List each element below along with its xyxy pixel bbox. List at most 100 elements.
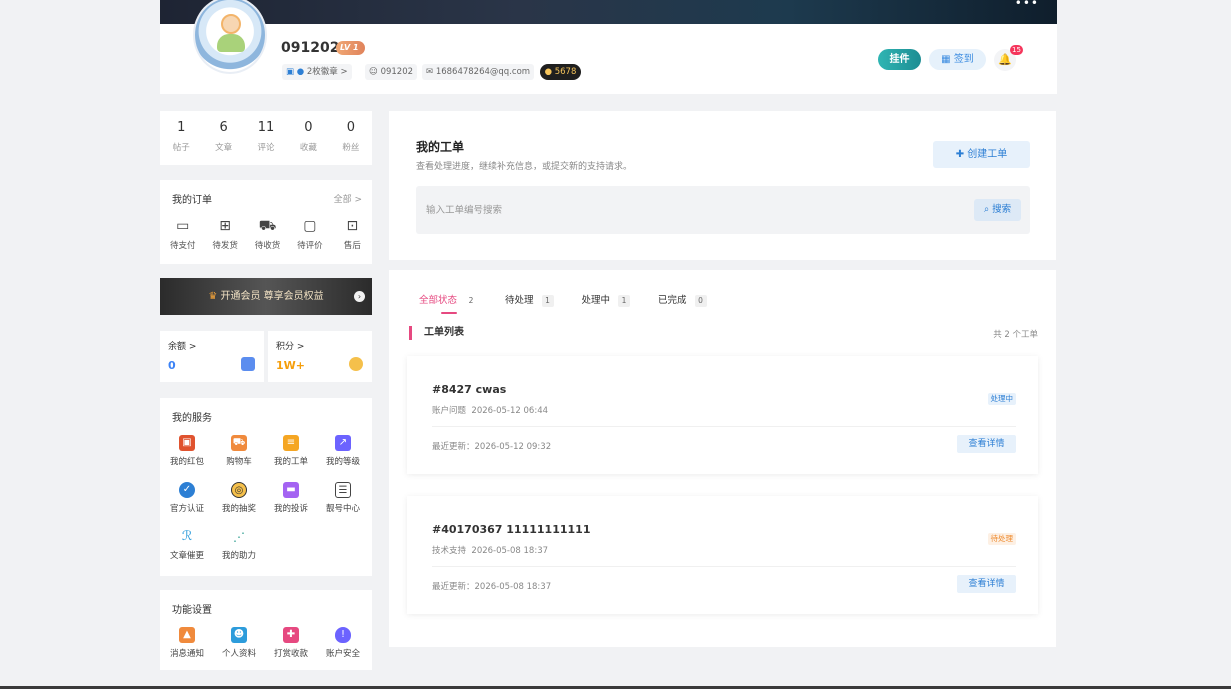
tab-count: 2 <box>468 296 474 305</box>
ticket-category: 技术支持 <box>432 546 467 556</box>
badges-link[interactable]: ▣ ● 2枚徽章 > <box>282 64 352 80</box>
tab-label: 待处理 <box>505 295 534 306</box>
balance-title: 余额 > <box>168 342 197 352</box>
stat-favorites[interactable]: 0 收藏 <box>287 111 329 165</box>
tab-pending[interactable]: 待处理 1 <box>505 292 554 316</box>
setting-profile[interactable]: ☻ 个人资料 <box>214 622 264 669</box>
vip-banner[interactable]: ♛ 开通会员 尊享会员权益 › <box>160 278 372 315</box>
profile-banner: ••• <box>160 0 1057 24</box>
service-urge[interactable]: ℛ 文章催更 <box>162 524 212 571</box>
orders-title: 我的订单 <box>172 195 212 206</box>
points-value: 1W+ <box>276 359 306 372</box>
workorder-header-card: 我的工单 查看处理进度，继续补充信息，或提交新的支持请求。 ✚ 创建工单 ⌕ 搜… <box>389 111 1056 260</box>
avatar-body <box>217 34 245 52</box>
service-lottery[interactable]: ◎ 我的抽奖 <box>214 477 264 524</box>
username: 091202 <box>281 40 340 56</box>
tab-all[interactable]: 全部状态 2 <box>419 292 477 316</box>
setting-label: 打赏收款 <box>273 649 308 659</box>
divider <box>432 566 1016 567</box>
view-details-button[interactable]: 查看详情 <box>957 575 1016 593</box>
bell-icon: ▲ <box>179 627 195 643</box>
more-options-icon[interactable]: ••• <box>1015 0 1039 10</box>
ticket-category: 账户问题 <box>432 406 467 416</box>
order-pending-review[interactable]: ▢ 待评价 <box>290 217 329 251</box>
tab-completed[interactable]: 已完成 0 <box>658 292 707 316</box>
service-label: 我的助力 <box>221 551 256 561</box>
sign-in-button[interactable]: ▦ 签到 <box>929 49 986 70</box>
service-label: 我的红包 <box>169 457 204 467</box>
orders-all-link[interactable]: 全部 > <box>334 192 362 205</box>
pendant-button[interactable]: 挂件 <box>878 49 921 70</box>
profile-header <box>160 24 1057 94</box>
points-value: 5678 <box>554 67 577 77</box>
stat-value: 11 <box>257 120 275 135</box>
truck-icon: ⛟ <box>258 218 277 234</box>
comment-icon: ▢ <box>303 218 317 234</box>
badge-icon: ▣ ● <box>286 67 305 77</box>
stat-value: 6 <box>219 120 228 135</box>
service-level[interactable]: ↗ 我的等级 <box>318 430 368 477</box>
order-pending-shipment[interactable]: ⊞ 待发货 <box>205 217 244 251</box>
view-details-button[interactable]: 查看详情 <box>957 435 1016 453</box>
ticket-created: 2026-05-12 06:44 <box>471 406 549 416</box>
settings-card: 功能设置 ▲ 消息通知 ☻ 个人资料 ✚ 打赏收款 ! 账户安全 <box>160 590 372 670</box>
user-id: 091202 <box>380 67 414 77</box>
service-complaint[interactable]: ▬ 我的投诉 <box>266 477 316 524</box>
order-pending-receipt[interactable]: ⛟ 待收货 <box>248 217 287 251</box>
setting-notification[interactable]: ▲ 消息通知 <box>162 622 212 669</box>
points-title: 积分 > <box>276 342 305 352</box>
stat-label: 评论 <box>257 143 275 153</box>
ticket-meta: 账户问题 2026-05-12 06:44 <box>432 404 548 416</box>
profile-icon: ☻ <box>231 627 247 643</box>
stat-fans[interactable]: 0 粉丝 <box>330 111 372 165</box>
tab-processing[interactable]: 处理中 1 <box>582 292 631 316</box>
order-pending-payment[interactable]: ▭ 待支付 <box>163 217 202 251</box>
stat-articles[interactable]: 6 文章 <box>202 111 244 165</box>
tab-label: 处理中 <box>581 295 611 306</box>
setting-label: 账户安全 <box>325 649 360 659</box>
setting-label: 个人资料 <box>221 649 256 659</box>
service-verified[interactable]: ✓ 官方认证 <box>162 477 212 524</box>
tab-label: 全部状态 <box>419 295 458 306</box>
stat-value: 0 <box>346 120 355 135</box>
setting-tip[interactable]: ✚ 打赏收款 <box>266 622 316 669</box>
ticket-id: #40170367 11111111111 <box>432 523 591 536</box>
ticket-card: #40170367 11111111111 技术支持 2026-05-08 18… <box>407 496 1038 614</box>
service-label: 我的等级 <box>325 457 360 467</box>
mail-icon: ✉ <box>426 67 434 77</box>
stat-comments[interactable]: 11 评论 <box>245 111 287 165</box>
service-boost[interactable]: ⋰ 我的助力 <box>214 524 264 571</box>
order-label: 待支付 <box>169 241 196 251</box>
stat-posts[interactable]: 1 帖子 <box>160 111 202 165</box>
service-ticket[interactable]: ≡ 我的工单 <box>266 430 316 477</box>
ticket-icon: ≡ <box>283 435 299 451</box>
service-label: 官方认证 <box>169 504 204 514</box>
refund-icon: ⊡ <box>346 218 359 234</box>
red-envelope-icon: ▣ <box>179 435 195 451</box>
wallet-icon <box>241 357 255 371</box>
setting-security[interactable]: ! 账户安全 <box>318 622 368 669</box>
balance-value: 0 <box>168 359 176 372</box>
list-total: 共 2 个工单 <box>993 330 1038 340</box>
stats-card: 1 帖子 6 文章 11 评论 0 收藏 0 粉丝 <box>160 111 372 165</box>
search-button[interactable]: ⌕ 搜索 <box>974 199 1021 221</box>
balance-card[interactable]: 余额 > 0 <box>160 331 264 382</box>
service-red-envelope[interactable]: ▣ 我的红包 <box>162 430 212 477</box>
crown-icon: ♛ <box>208 291 218 302</box>
plus-icon: ✚ <box>955 149 965 160</box>
stat-label: 粉丝 <box>342 143 360 153</box>
create-ticket-button[interactable]: ✚ 创建工单 <box>933 141 1030 168</box>
service-id-center[interactable]: ☰ 靓号中心 <box>318 477 368 524</box>
service-label: 文章催更 <box>169 551 204 561</box>
gift-icon: ✚ <box>283 627 299 643</box>
shield-icon: ! <box>335 627 351 643</box>
tab-count: 1 <box>541 295 554 307</box>
order-label: 待评价 <box>297 241 323 251</box>
chevron-right-icon: › <box>354 291 365 302</box>
user-id-pill: ☺ 091202 <box>365 64 418 80</box>
avatar-face <box>221 14 241 34</box>
search-input[interactable] <box>426 198 966 222</box>
points-card[interactable]: 积分 > 1W+ <box>268 331 372 382</box>
service-cart[interactable]: ⛟ 购物车 <box>214 430 264 477</box>
order-after-sales[interactable]: ⊡ 售后 <box>333 217 372 251</box>
